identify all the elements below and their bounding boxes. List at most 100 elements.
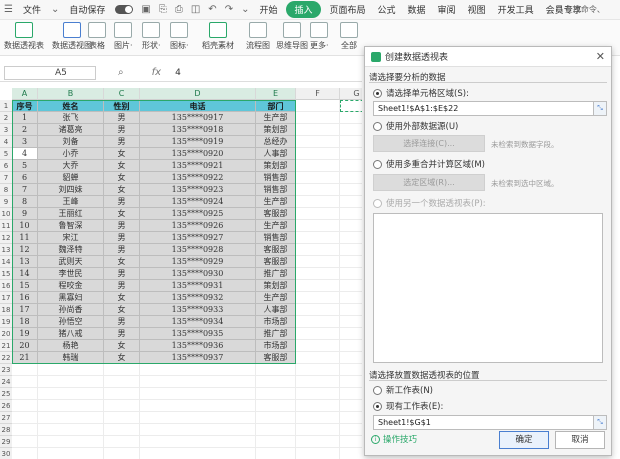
column-header[interactable]: F	[296, 88, 340, 100]
undo-icon[interactable]: ↶	[204, 4, 220, 15]
empty-cell[interactable]	[296, 136, 340, 148]
row-header[interactable]: 3	[0, 124, 12, 136]
table-cell[interactable]: 生产部	[256, 196, 296, 208]
table-cell[interactable]: 杨艳	[38, 340, 104, 352]
empty-cell[interactable]	[296, 280, 340, 292]
empty-cell[interactable]	[340, 232, 362, 244]
table-cell[interactable]: 小乔	[38, 148, 104, 160]
empty-cell[interactable]	[340, 376, 362, 388]
empty-cell[interactable]	[296, 148, 340, 160]
row-header[interactable]: 28	[0, 424, 12, 436]
empty-cell[interactable]	[296, 400, 340, 412]
radio-existing-sheet[interactable]	[373, 401, 382, 411]
table-cell[interactable]: 韩瑞	[38, 352, 104, 364]
table-header-cell[interactable]: 性别	[104, 100, 140, 112]
tab-developer[interactable]: 开发工具	[492, 3, 540, 16]
table-cell[interactable]: 135****0928	[140, 244, 256, 256]
fx-icon[interactable]: fx	[152, 67, 161, 78]
radio-external-source[interactable]	[373, 121, 382, 131]
table-cell[interactable]: 135****0927	[140, 232, 256, 244]
row-header[interactable]: 21	[0, 340, 12, 352]
empty-cell[interactable]	[256, 388, 296, 400]
table-cell[interactable]: 程咬金	[38, 280, 104, 292]
table-cell[interactable]: 策划部	[256, 280, 296, 292]
empty-cell[interactable]	[140, 400, 256, 412]
docer-material-button[interactable]: 稻壳素材	[202, 22, 234, 51]
empty-cell[interactable]	[296, 412, 340, 424]
table-cell[interactable]: 135****0917	[140, 112, 256, 124]
empty-cell[interactable]	[296, 172, 340, 184]
table-header-cell[interactable]: 电话	[140, 100, 256, 112]
table-cell[interactable]: 135****0931	[140, 280, 256, 292]
row-header[interactable]: 23	[0, 364, 12, 376]
empty-cell[interactable]	[140, 424, 256, 436]
empty-cell[interactable]	[296, 184, 340, 196]
zoom-icon[interactable]: ⌕	[114, 67, 128, 78]
row-header[interactable]: 24	[0, 376, 12, 388]
empty-cell[interactable]	[296, 436, 340, 448]
empty-cell[interactable]	[140, 436, 256, 448]
empty-cell[interactable]	[340, 280, 362, 292]
radio-select-range[interactable]	[373, 88, 382, 98]
table-cell[interactable]: 135****0926	[140, 220, 256, 232]
flowchart-button[interactable]: 流程图	[246, 22, 270, 51]
table-cell[interactable]: 男	[104, 136, 140, 148]
table-cell[interactable]: 135****0920	[140, 148, 256, 160]
pivot-chart-button[interactable]: 数据透视图	[52, 22, 92, 51]
tab-data[interactable]: 数据	[402, 3, 432, 16]
row-header[interactable]: 26	[0, 400, 12, 412]
row-header[interactable]: 11	[0, 220, 12, 232]
table-cell[interactable]: 20	[12, 340, 38, 352]
empty-cell[interactable]	[12, 412, 38, 424]
ok-button[interactable]: 确定	[499, 431, 549, 449]
table-cell[interactable]: 女	[104, 352, 140, 364]
table-cell[interactable]: 推广部	[256, 268, 296, 280]
empty-cell[interactable]	[340, 196, 362, 208]
empty-cell[interactable]	[296, 364, 340, 376]
column-header[interactable]: G	[340, 88, 362, 100]
empty-cell[interactable]	[340, 352, 362, 364]
table-cell[interactable]: 黑寡妇	[38, 292, 104, 304]
empty-cell[interactable]	[340, 364, 362, 376]
autosave-toggle[interactable]	[115, 5, 134, 14]
table-cell[interactable]: 武则天	[38, 256, 104, 268]
row-header[interactable]: 14	[0, 256, 12, 268]
preview-icon[interactable]: ◫	[187, 4, 204, 15]
empty-cell[interactable]	[296, 304, 340, 316]
empty-cell[interactable]	[256, 412, 296, 424]
mindmap-button[interactable]: 思维导图	[276, 22, 308, 51]
empty-cell[interactable]	[38, 448, 104, 459]
table-cell[interactable]: 鲁智深	[38, 220, 104, 232]
table-cell[interactable]: 人事部	[256, 304, 296, 316]
empty-cell[interactable]	[340, 340, 362, 352]
table-cell[interactable]: 孙悟空	[38, 316, 104, 328]
table-cell[interactable]: 135****0932	[140, 292, 256, 304]
table-cell[interactable]: 5	[12, 160, 38, 172]
table-cell[interactable]: 135****0929	[140, 256, 256, 268]
table-cell[interactable]: 1	[12, 112, 38, 124]
table-cell[interactable]: 135****0923	[140, 184, 256, 196]
empty-cell[interactable]	[340, 256, 362, 268]
empty-cell[interactable]	[340, 328, 362, 340]
table-cell[interactable]: 市场部	[256, 316, 296, 328]
row-header[interactable]: 22	[0, 352, 12, 364]
row-header[interactable]: 13	[0, 244, 12, 256]
empty-cell[interactable]	[256, 376, 296, 388]
table-cell[interactable]: 7	[12, 184, 38, 196]
table-cell[interactable]: 客服部	[256, 244, 296, 256]
table-cell[interactable]: 11	[12, 232, 38, 244]
table-cell[interactable]: 135****0925	[140, 208, 256, 220]
empty-cell[interactable]	[140, 388, 256, 400]
row-header[interactable]: 7	[0, 172, 12, 184]
empty-cell[interactable]	[12, 364, 38, 376]
pivot-table-button[interactable]: 数据透视表	[4, 22, 44, 51]
column-header[interactable]: E	[256, 88, 296, 100]
tab-page-layout[interactable]: 页面布局	[324, 3, 372, 16]
menu-icon[interactable]: ☰	[0, 4, 17, 15]
table-cell[interactable]: 135****0933	[140, 304, 256, 316]
empty-cell[interactable]	[296, 448, 340, 459]
row-header[interactable]: 5	[0, 148, 12, 160]
table-cell[interactable]: 王峰	[38, 196, 104, 208]
empty-cell[interactable]	[340, 292, 362, 304]
empty-cell[interactable]	[340, 184, 362, 196]
